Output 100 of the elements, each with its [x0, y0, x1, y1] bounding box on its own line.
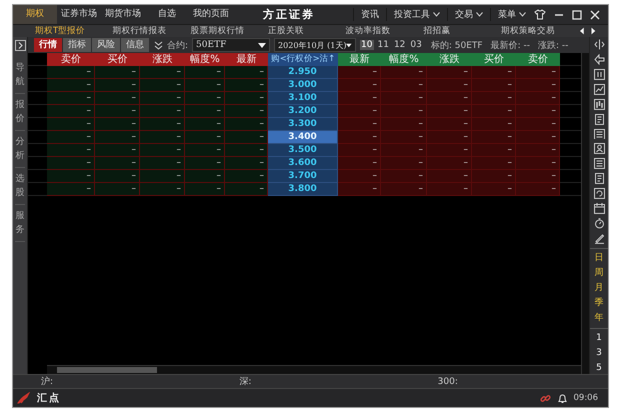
menu-item[interactable]: 资讯 [353, 8, 386, 21]
table-cell: – [338, 170, 381, 183]
table-cell: – [472, 79, 516, 92]
column-header[interactable]: 买价 [472, 53, 516, 66]
column-header[interactable]: 卖价 [516, 53, 560, 66]
strike-cell[interactable]: 3.600 [268, 157, 338, 170]
calendar-icon[interactable] [594, 203, 604, 214]
person-icon[interactable] [594, 143, 604, 154]
month-tab[interactable]: 03 [409, 40, 423, 50]
vertical-scrollbar[interactable] [581, 53, 589, 374]
nav-item[interactable]: 服务 [15, 205, 25, 242]
menu-item[interactable]: 菜单 [490, 8, 533, 21]
view-tab[interactable]: 信息 [121, 38, 149, 52]
strike-cell[interactable]: 3.500 [268, 144, 338, 157]
month-tab[interactable]: 12 [392, 40, 406, 50]
index-label: 深: [238, 376, 252, 388]
timer-icon[interactable] [594, 218, 604, 229]
strike-cell[interactable]: 3.400 [268, 131, 338, 144]
strike-cell[interactable]: 3.000 [268, 79, 338, 92]
month-tab[interactable]: 11 [376, 40, 390, 50]
maximize-icon[interactable] [572, 10, 582, 20]
horizontal-scrollbar[interactable] [47, 365, 581, 374]
market-tab[interactable]: 自选 [145, 5, 189, 24]
nav-item[interactable]: 报价 [15, 94, 25, 131]
page-tab[interactable]: 招招赢 [423, 25, 502, 37]
month-dropdown[interactable]: 2020年10月 (1天) [274, 38, 356, 52]
column-header[interactable]: 最新 [338, 53, 381, 66]
line-chart-icon[interactable] [594, 84, 604, 95]
market-tab[interactable]: 期权 [13, 5, 57, 24]
strike-cell[interactable]: 3.100 [268, 92, 338, 105]
period-button[interactable]: 周 [594, 268, 604, 279]
table-cell: – [338, 144, 381, 157]
page-tab[interactable]: 股票期权行情 [190, 25, 268, 37]
bell-icon[interactable] [556, 392, 568, 404]
list-icon[interactable] [594, 158, 604, 170]
link-icon[interactable] [540, 392, 550, 404]
page-tab[interactable]: 期权行情报表 [112, 25, 190, 37]
nav-item[interactable]: 选股 [15, 168, 25, 205]
view-tab[interactable]: 行情 [34, 38, 62, 52]
strike-cell[interactable]: 2.950 [268, 66, 338, 79]
page-tab[interactable]: 波动率指数 [346, 25, 424, 37]
bar-chart-icon[interactable] [594, 98, 604, 110]
column-header[interactable]: 幅度% [381, 53, 427, 66]
document-icon[interactable] [594, 173, 604, 184]
market-tab[interactable]: 证券市场 [57, 5, 101, 24]
period-button[interactable]: 日 [594, 252, 604, 264]
menu-item[interactable]: 投资工具 [386, 8, 447, 21]
month-tab[interactable]: 10 [360, 40, 374, 50]
strike-cell[interactable]: 3.800 [268, 183, 338, 196]
strike-cell[interactable]: 3.700 [268, 170, 338, 183]
table-cell: – [225, 157, 268, 170]
nav-item[interactable]: 分析 [15, 131, 25, 168]
table-cell: – [516, 92, 560, 105]
table-cell: – [47, 157, 95, 170]
count-button[interactable]: 3 [596, 348, 602, 359]
table-cell: – [185, 170, 225, 183]
nav-item[interactable]: 导航 [15, 57, 25, 94]
menu-item[interactable]: 交易 [447, 8, 490, 21]
table-cell: – [185, 183, 225, 196]
column-header[interactable]: 涨跌 [427, 53, 472, 66]
strike-cell[interactable]: 3.300 [268, 118, 338, 131]
column-header[interactable]: 卖价 [47, 53, 95, 66]
view-tab[interactable]: 指标 [63, 38, 91, 52]
strike-cell[interactable]: 3.200 [268, 105, 338, 118]
contract-dropdown[interactable]: 50ETF [192, 38, 270, 52]
document-icon[interactable] [594, 114, 604, 125]
period-button[interactable]: 年 [594, 312, 604, 324]
page-tab[interactable]: 期权T型报价 [35, 25, 113, 37]
scroll-arrows-icon[interactable] [578, 27, 596, 35]
column-header[interactable]: 幅度% [185, 53, 225, 66]
column-header[interactable]: 涨跌 [140, 53, 185, 66]
back-arrow-icon[interactable] [594, 54, 604, 65]
column-header[interactable]: 最新 [225, 53, 268, 66]
view-tab[interactable]: 风险 [92, 38, 120, 52]
pen-icon[interactable] [594, 232, 604, 244]
period-button[interactable]: 月 [594, 282, 604, 294]
chevron-down-icon[interactable] [154, 40, 163, 50]
refresh-icon[interactable] [594, 188, 604, 200]
page-tab[interactable]: 正股关联 [268, 25, 346, 37]
market-tab[interactable]: 期货市场 [101, 5, 145, 24]
table-cell: – [47, 66, 95, 79]
table-cell: – [185, 118, 225, 131]
table-cell: – [381, 118, 427, 131]
table-cell: – [516, 131, 560, 144]
page-tab[interactable]: 期权策略交易 [501, 25, 579, 37]
table-cell: – [381, 183, 427, 196]
expand-icon[interactable] [14, 40, 26, 51]
column-header[interactable]: 买价 [95, 53, 140, 66]
market-tab[interactable]: 我的页面 [189, 5, 233, 24]
period-button[interactable]: 季 [594, 298, 604, 309]
close-icon[interactable] [590, 10, 600, 20]
split-arrow-icon[interactable] [594, 39, 604, 50]
shirt-icon[interactable] [534, 9, 546, 20]
table-cell: – [95, 105, 140, 118]
table-cell: – [225, 105, 268, 118]
count-button[interactable]: 1 [596, 332, 602, 344]
pause-icon[interactable] [594, 68, 604, 80]
count-button[interactable]: 5 [596, 362, 602, 374]
list-icon[interactable] [594, 128, 604, 140]
column-header[interactable]: 购<行权价>沽↑ [268, 53, 338, 66]
